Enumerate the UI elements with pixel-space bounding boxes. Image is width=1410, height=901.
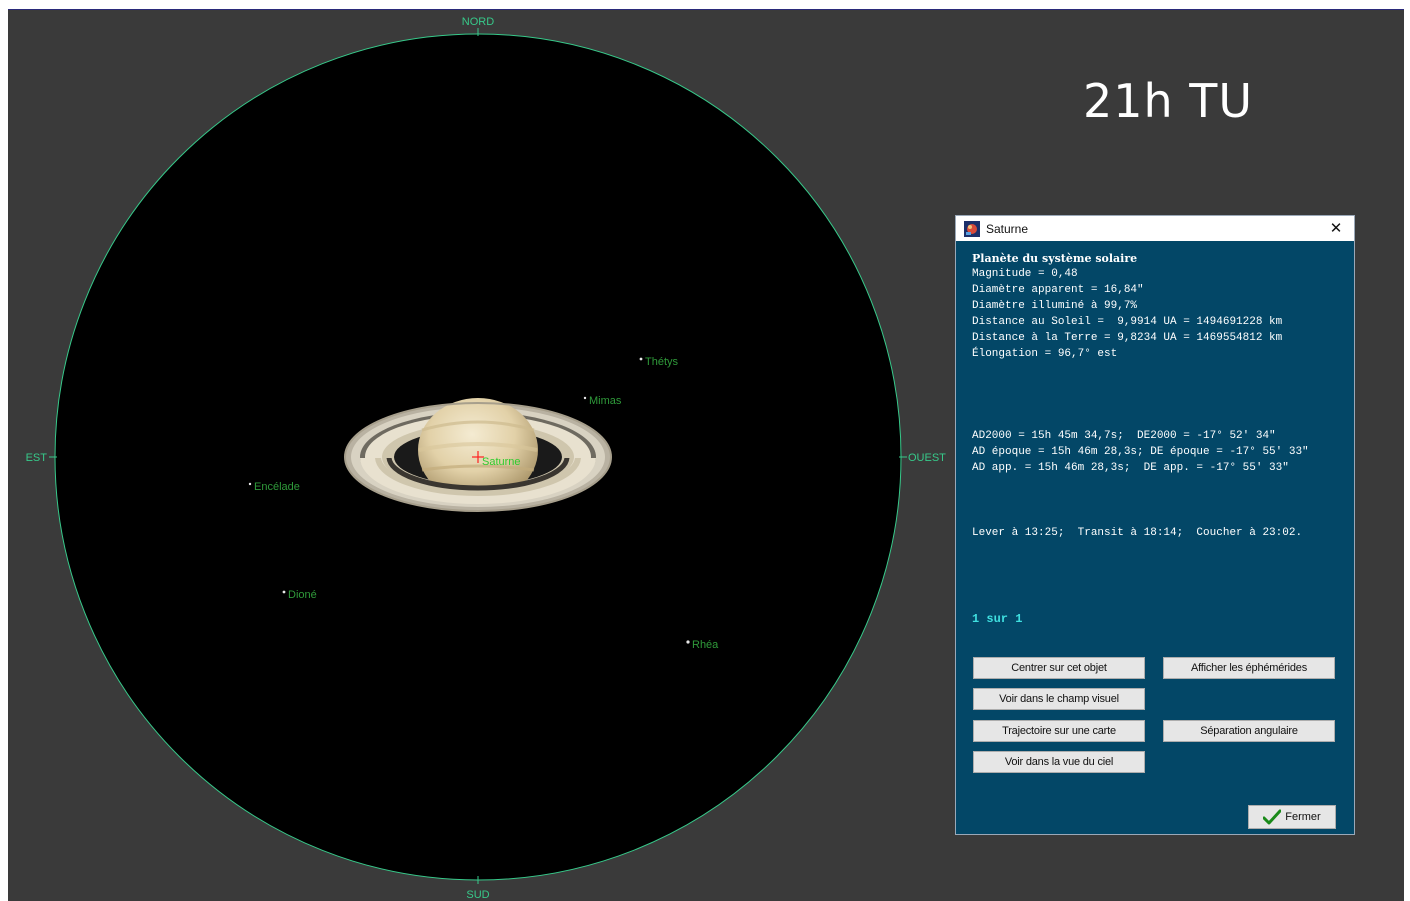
info-illuminated-diameter: Diamètre illuminé à 99,7% bbox=[972, 300, 1138, 312]
moon-thetys-label: Thétys bbox=[645, 356, 679, 368]
object-info-dialog: Saturne ✕ Planète du système solaire Mag… bbox=[955, 215, 1355, 835]
trajectory-map-button[interactable]: Trajectoire sur une carte bbox=[973, 720, 1145, 742]
dialog-titlebar[interactable]: Saturne ✕ bbox=[956, 216, 1354, 241]
close-button[interactable]: Fermer bbox=[1248, 805, 1336, 829]
compass-west-label: OUEST bbox=[908, 452, 946, 464]
info-apparent-diameter: Diamètre apparent = 16,84" bbox=[972, 284, 1144, 296]
moon-mimas-dot bbox=[583, 396, 587, 400]
close-button-label: Fermer bbox=[1285, 811, 1321, 823]
info-elongation: Élongation = 96,7° est bbox=[972, 348, 1118, 360]
dialog-title: Saturne bbox=[986, 221, 1029, 236]
moon-thetys[interactable]: Thétys bbox=[639, 356, 679, 368]
object-type-heading: Planète du système solaire bbox=[972, 252, 1138, 265]
info-rise-transit-set: Lever à 13:25; Transit à 18:14; Coucher … bbox=[972, 527, 1303, 539]
info-coords-j2000: AD2000 = 15h 45m 34,7s; DE2000 = -17° 52… bbox=[972, 430, 1276, 442]
moon-rhea-dot bbox=[686, 640, 690, 644]
moon-dione[interactable]: Dioné bbox=[282, 589, 317, 601]
moon-rhea[interactable]: Rhéa bbox=[686, 639, 719, 651]
sky-view-button[interactable]: Voir dans la vue du ciel bbox=[973, 751, 1145, 773]
field-view-button[interactable]: Voir dans le champ visuel bbox=[973, 688, 1145, 710]
compass-north-label: NORD bbox=[462, 16, 494, 28]
angular-separation-button[interactable]: Séparation angulaire bbox=[1163, 720, 1335, 742]
compass-east-label: EST bbox=[26, 452, 48, 464]
page-counter: 1 sur 1 bbox=[972, 612, 1023, 626]
moon-dione-label: Dioné bbox=[288, 589, 317, 601]
saturn-label[interactable]: Saturne bbox=[482, 456, 521, 468]
moon-rhea-label: Rhéa bbox=[692, 639, 719, 651]
time-caption: 21h TU bbox=[1083, 74, 1254, 128]
dialog-close-icon[interactable]: ✕ bbox=[1326, 218, 1346, 238]
moon-encelade-label: Encélade bbox=[254, 481, 300, 493]
show-ephemeris-button[interactable]: Afficher les éphémérides bbox=[1163, 657, 1335, 679]
planetarium-window: NORD SUD EST OUEST Saturne Thétys Mimas … bbox=[8, 9, 1404, 901]
info-coords-epoch: AD époque = 15h 46m 28,3s; DE époque = -… bbox=[972, 446, 1309, 458]
info-coords-apparent: AD app. = 15h 46m 28,3s; DE app. = -17° … bbox=[972, 462, 1289, 474]
info-magnitude: Magnitude = 0,48 bbox=[972, 268, 1078, 280]
moon-encelade-dot bbox=[248, 482, 252, 486]
moon-mimas-label: Mimas bbox=[589, 395, 622, 407]
moon-mimas[interactable]: Mimas bbox=[583, 395, 622, 407]
info-earth-distance: Distance à la Terre = 9,8234 UA = 146955… bbox=[972, 332, 1283, 344]
center-on-object-button[interactable]: Centrer sur cet objet bbox=[973, 657, 1145, 679]
moon-encelade[interactable]: Encélade bbox=[248, 481, 300, 493]
app-icon bbox=[964, 220, 980, 237]
compass-south-label: SUD bbox=[466, 889, 489, 901]
info-sun-distance: Distance au Soleil = 9,9914 UA = 1494691… bbox=[972, 316, 1283, 328]
moon-dione-dot bbox=[282, 590, 286, 594]
checkmark-icon bbox=[1263, 809, 1282, 825]
moon-thetys-dot bbox=[639, 357, 643, 361]
